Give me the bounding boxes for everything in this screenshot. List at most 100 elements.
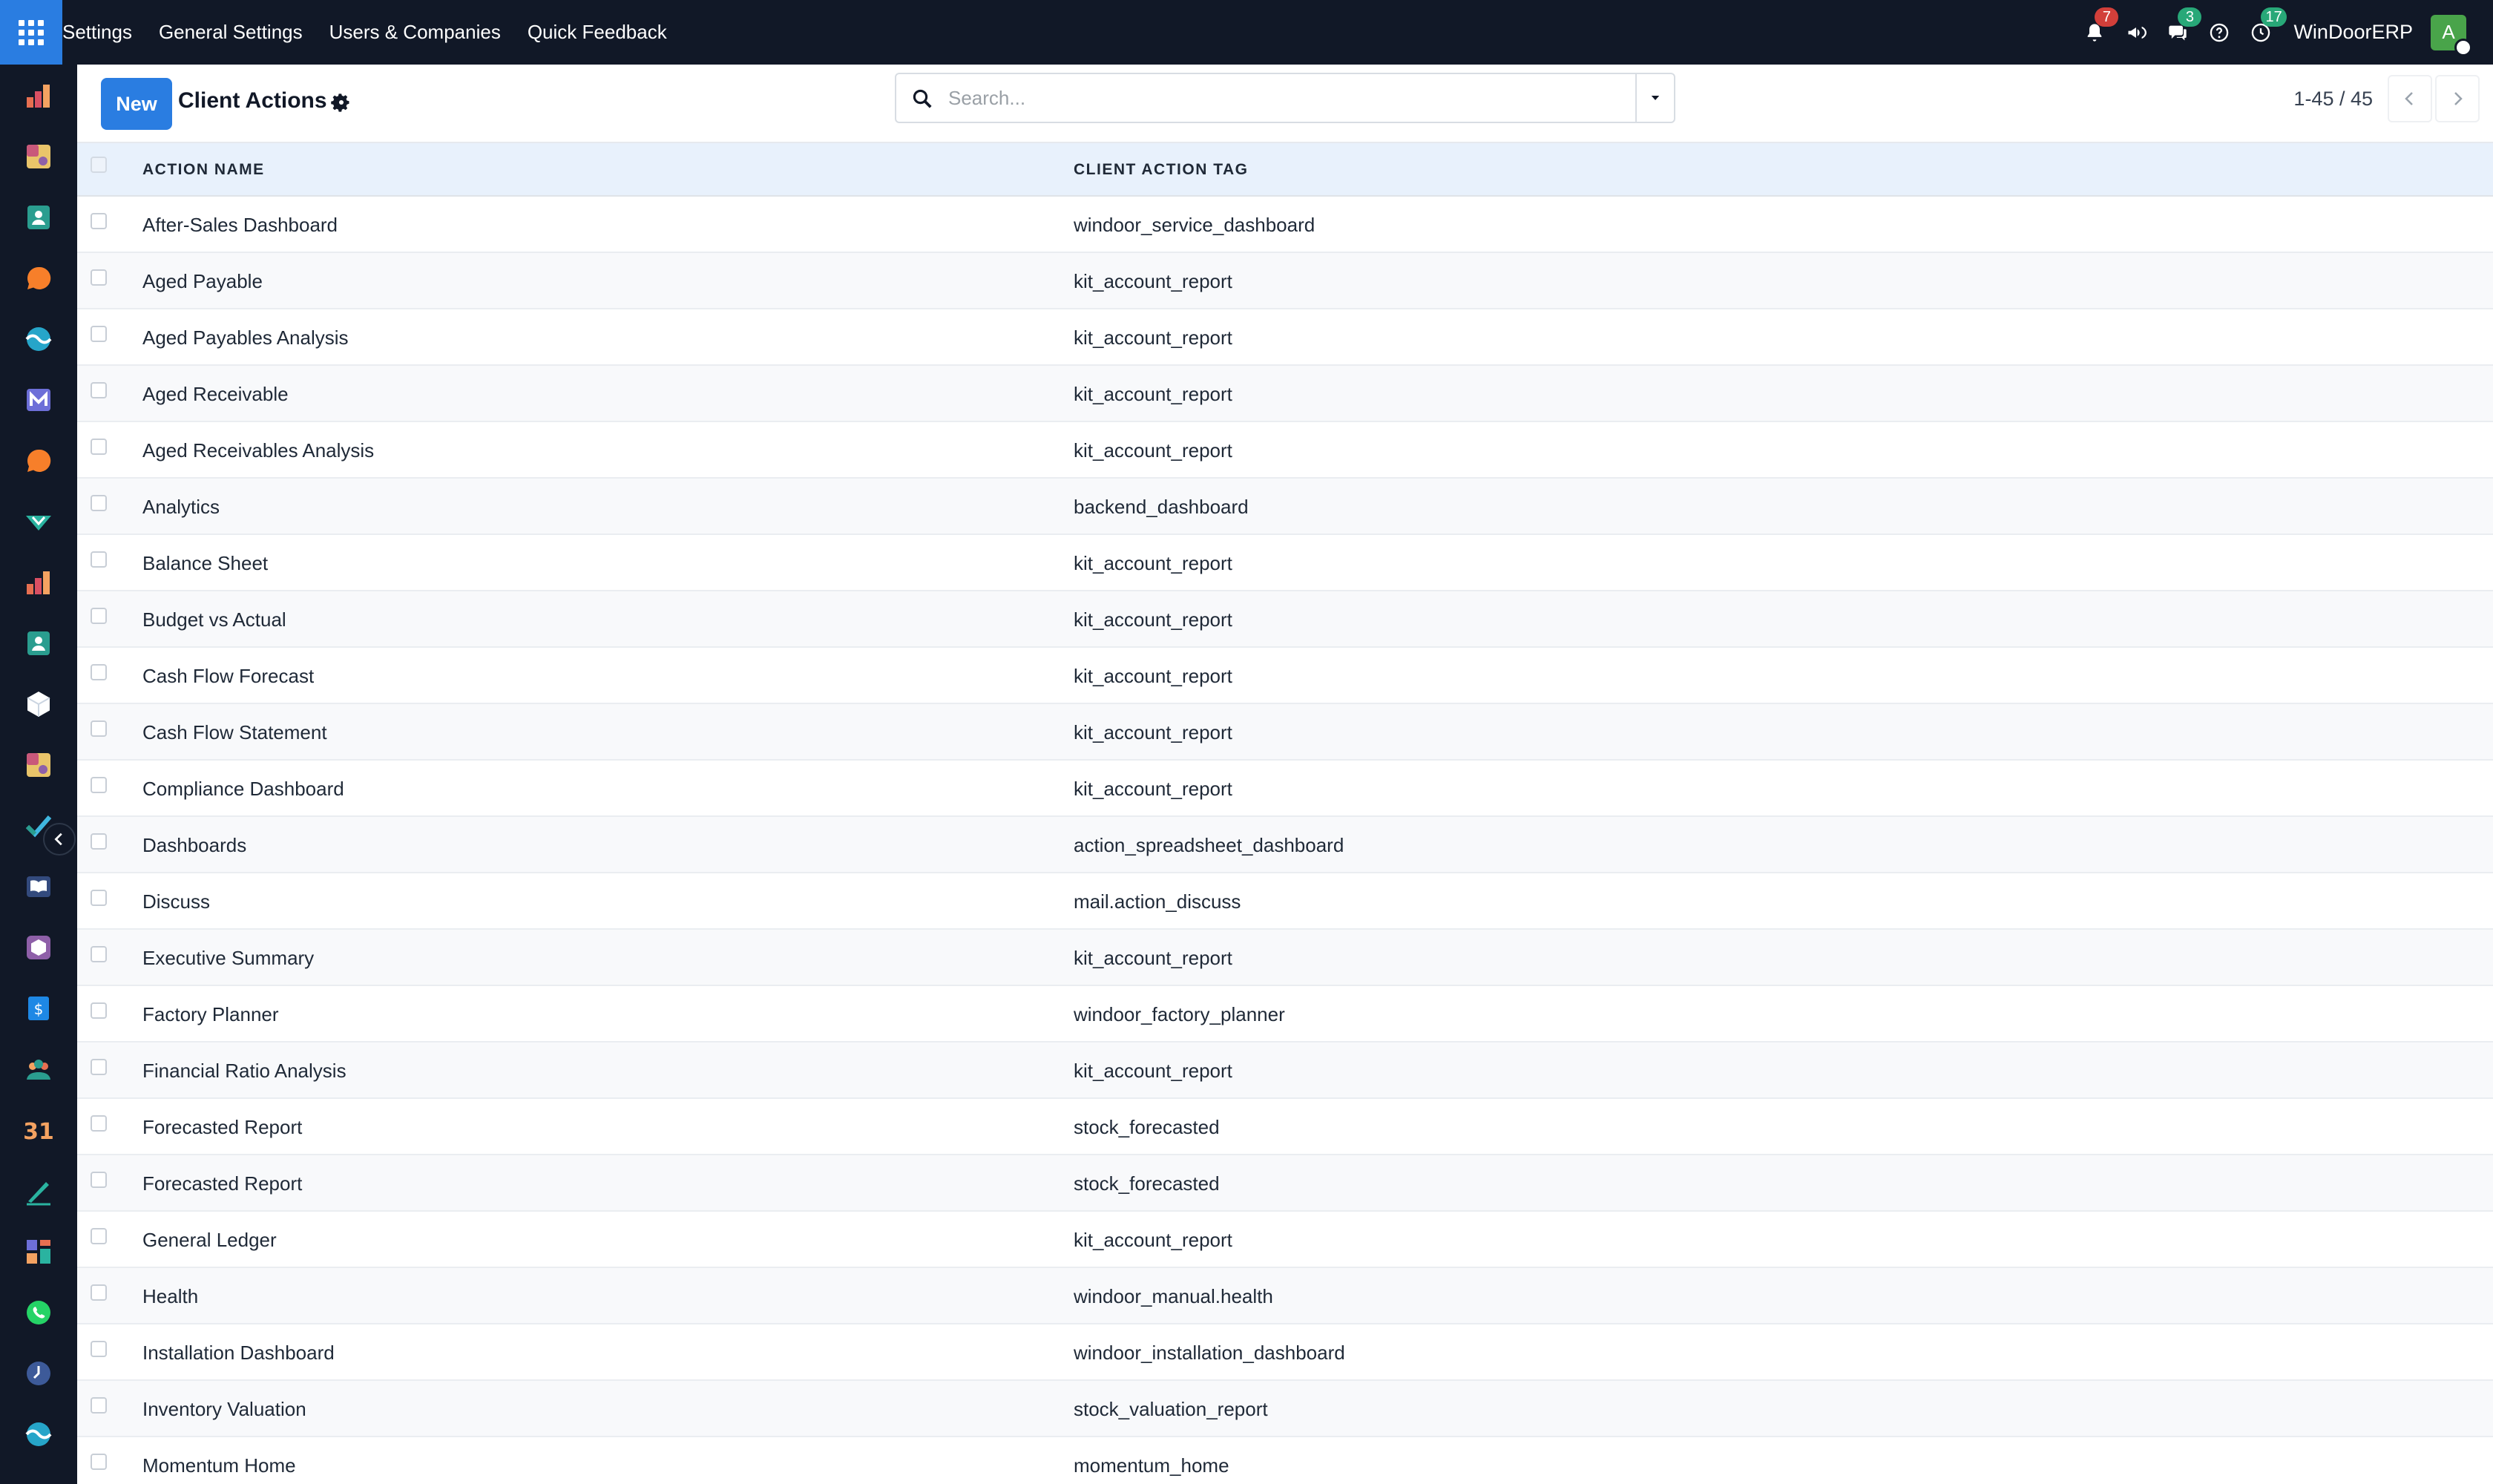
table-row[interactable]: Cash Flow Forecast kit_account_report (77, 648, 2493, 704)
announcement-button[interactable] (2115, 0, 2157, 65)
table-row[interactable]: Aged Payable kit_account_report (77, 253, 2493, 309)
sidebar-app-invoice[interactable]: $ (24, 994, 53, 1023)
table-row[interactable]: Balance Sheet kit_account_report (77, 535, 2493, 591)
row-checkbox[interactable] (91, 777, 107, 793)
sidebar-app-chat[interactable] (24, 263, 53, 293)
sidebar-app-chart-2[interactable] (24, 568, 53, 597)
sidebar-collapse-button[interactable] (43, 823, 76, 856)
check-v-icon (26, 516, 51, 531)
row-checkbox[interactable] (91, 326, 107, 342)
sidebar-app-contacts-2[interactable] (24, 628, 53, 658)
gear-icon[interactable] (331, 92, 352, 113)
row-checkbox[interactable] (91, 269, 107, 286)
user-avatar[interactable]: A (2431, 14, 2472, 56)
table-row[interactable]: Installation Dashboard windoor_installati… (77, 1324, 2493, 1381)
row-checkbox[interactable] (91, 1172, 107, 1188)
row-checkbox[interactable] (91, 551, 107, 568)
table-row[interactable]: Financial Ratio Analysis kit_account_repo… (77, 1043, 2493, 1099)
row-checkbox[interactable] (91, 890, 107, 906)
table-row[interactable]: Dashboards action_spreadsheet_dashboard (77, 817, 2493, 873)
table-row[interactable]: Budget vs Actual kit_account_report (77, 591, 2493, 648)
menu-quick-feedback[interactable]: Quick Feedback (514, 0, 680, 65)
timer-button[interactable]: 17 (2240, 0, 2287, 65)
sidebar-app-wave-2[interactable] (24, 1419, 53, 1449)
sidebar-app-mail[interactable] (24, 385, 53, 415)
sidebar-app-wave[interactable] (24, 324, 53, 354)
row-checkbox[interactable] (91, 213, 107, 229)
table-row[interactable]: Forecasted Report stock_forecasted (77, 1099, 2493, 1155)
sidebar-app-book[interactable] (24, 872, 53, 902)
row-checkbox[interactable] (91, 946, 107, 962)
menu-settings[interactable]: Settings (62, 0, 145, 65)
row-checkbox[interactable] (91, 1341, 107, 1357)
column-header-action-name[interactable]: ACTION NAME (142, 143, 265, 197)
table-row[interactable]: Cash Flow Statement kit_account_report (77, 704, 2493, 761)
sidebar-app-chart[interactable] (24, 81, 53, 111)
table-row[interactable]: Aged Payables Analysis kit_account_report (77, 309, 2493, 366)
row-checkbox[interactable] (91, 1454, 107, 1470)
column-header-client-action-tag[interactable]: CLIENT ACTION TAG (1074, 143, 1248, 197)
table-row[interactable]: General Ledger kit_account_report (77, 1212, 2493, 1268)
table-row[interactable]: Compliance Dashboard kit_account_report (77, 761, 2493, 817)
row-checkbox[interactable] (91, 1115, 107, 1132)
table-row[interactable]: Health windoor_manual.health (77, 1268, 2493, 1324)
new-button[interactable]: New (101, 78, 172, 130)
pager-previous-button[interactable] (2388, 75, 2432, 122)
control-panel: New Client Actions 1-45 / 45 (77, 65, 2493, 143)
row-checkbox[interactable] (91, 664, 107, 680)
sidebar-app-calendar[interactable]: 31 (24, 1115, 53, 1145)
row-checkbox[interactable] (91, 833, 107, 850)
action-tag-cell: action_spreadsheet_dashboard (1074, 834, 1344, 856)
row-checkbox[interactable] (91, 720, 107, 737)
table-row[interactable]: Forecasted Report stock_forecasted (77, 1155, 2493, 1212)
menu-general-settings[interactable]: General Settings (145, 0, 316, 65)
search-input[interactable] (948, 74, 1609, 122)
sidebar-app-time[interactable] (24, 1359, 53, 1388)
sidebar-app-dashboard[interactable] (24, 1237, 53, 1267)
table-row[interactable]: Discuss mail.action_discuss (77, 873, 2493, 930)
sidebar-app-chat-2[interactable] (24, 446, 53, 476)
table-row[interactable]: Inventory Valuation stock_valuation_repor… (77, 1381, 2493, 1437)
pager-next-button[interactable] (2435, 75, 2480, 122)
action-name-cell: Aged Payables Analysis (142, 326, 349, 349)
messages-button[interactable]: 3 (2157, 0, 2202, 65)
sidebar-app-check-v[interactable] (24, 507, 53, 536)
table-row[interactable]: Aged Receivables Analysis kit_account_rep… (77, 422, 2493, 479)
table-row[interactable]: Analytics backend_dashboard (77, 479, 2493, 535)
table-row[interactable]: Executive Summary kit_account_report (77, 930, 2493, 986)
row-checkbox[interactable] (91, 495, 107, 511)
table-row[interactable]: Aged Receivable kit_account_report (77, 366, 2493, 422)
table-row[interactable]: Factory Planner windoor_factory_planner (77, 986, 2493, 1043)
row-checkbox[interactable] (91, 1397, 107, 1414)
row-checkbox[interactable] (91, 1002, 107, 1019)
row-checkbox[interactable] (91, 608, 107, 624)
sidebar-app-contacts[interactable] (24, 203, 53, 232)
contacts-icon (27, 206, 50, 229)
table-row[interactable]: After-Sales Dashboard windoor_service_das… (77, 197, 2493, 253)
row-checkbox[interactable] (91, 1284, 107, 1301)
company-switcher[interactable]: WinDoorERP (2293, 21, 2413, 44)
sidebar-app-box[interactable] (24, 933, 53, 962)
menu-users-companies[interactable]: Users & Companies (316, 0, 514, 65)
activity-button[interactable]: 7 (2074, 0, 2119, 65)
chart-bars-icon (27, 571, 50, 594)
sidebar-app-puzzle-2[interactable] (24, 750, 53, 780)
sidebar-app-cube[interactable] (24, 689, 53, 719)
sidebar-app-whatsapp[interactable] (24, 1298, 53, 1327)
sidebar-app-sign[interactable] (24, 1176, 53, 1206)
select-all-checkbox[interactable] (91, 157, 107, 173)
search-options-toggle[interactable] (1635, 74, 1674, 122)
help-button[interactable] (2198, 0, 2240, 65)
table-row[interactable]: Momentum Home momentum_home (77, 1437, 2493, 1484)
page-title: Client Actions (178, 88, 327, 113)
sidebar-app-team[interactable] (24, 1054, 53, 1084)
action-name-cell: Financial Ratio Analysis (142, 1060, 346, 1082)
row-checkbox[interactable] (91, 1059, 107, 1075)
row-checkbox[interactable] (91, 439, 107, 455)
row-checkbox[interactable] (91, 382, 107, 398)
row-checkbox[interactable] (91, 1228, 107, 1244)
action-name-cell: Forecasted Report (142, 1116, 303, 1138)
app-switcher-button[interactable] (0, 0, 62, 65)
sidebar-app-puzzle[interactable] (24, 142, 53, 171)
pager-value[interactable]: 1-45 / 45 (2293, 88, 2373, 111)
